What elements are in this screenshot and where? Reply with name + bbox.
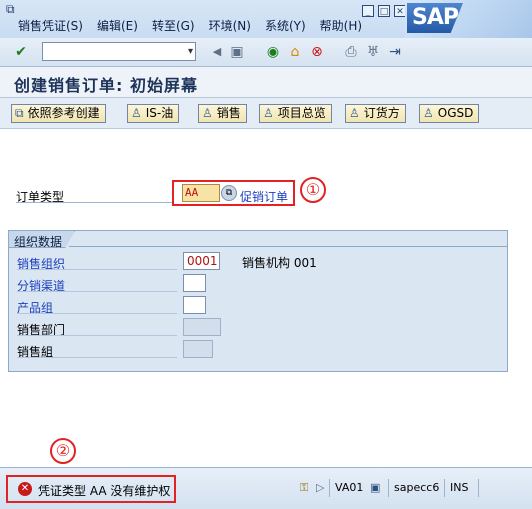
command-field[interactable]: ▾ <box>42 42 196 61</box>
enter-check-icon[interactable]: ✔ <box>12 43 30 61</box>
maximize-icon[interactable]: □ <box>378 5 390 17</box>
cancel-icon[interactable]: ⊗ <box>308 43 326 61</box>
group-title: 组织数据 <box>14 235 63 249</box>
save-icon[interactable]: ▣ <box>228 43 246 61</box>
ogsd-button[interactable]: ♙ OGSD <box>419 104 480 123</box>
sales-group-input[interactable] <box>183 340 213 358</box>
command-history-icon[interactable]: ▾ <box>188 43 193 60</box>
system-info-icon[interactable]: ▣ <box>370 480 380 496</box>
sales-group-underline <box>17 357 177 358</box>
value-help-icon[interactable]: ⧉ <box>221 185 237 201</box>
sales-office-underline <box>17 335 177 336</box>
status-message: 凭证类型 AA 没有维护权 <box>38 484 171 498</box>
menu-sales-document[interactable]: 销售凭证(S) <box>18 17 83 35</box>
division-input[interactable] <box>183 296 206 314</box>
sales-org-description: 销售机构 001 <box>242 256 317 270</box>
error-icon: ✕ <box>18 482 32 496</box>
title-bar: 创建销售订单: 初始屏幕 <box>0 67 532 98</box>
menu-bar: ⧉ 销售凭证(S) 编辑(E) 转至(G) 环境(N) 系统(Y) 帮助(H) … <box>0 0 532 39</box>
command-input[interactable] <box>43 43 177 59</box>
sales-org-input[interactable]: 0001 <box>183 252 220 270</box>
annotation-marker-2: ② <box>50 438 76 464</box>
minimize-icon[interactable]: _ <box>362 5 374 17</box>
menu-system[interactable]: 系统(Y) <box>265 17 306 35</box>
person-icon: ♙ <box>263 106 274 120</box>
menu-help[interactable]: 帮助(H) <box>320 17 362 35</box>
page-title: 创建销售订单: 初始屏幕 <box>14 76 198 95</box>
ogsd-label: OGSD <box>437 106 474 120</box>
transaction-code: VA01 <box>329 479 367 497</box>
person-icon: ♙ <box>349 106 360 120</box>
sales-office-input[interactable] <box>183 318 221 336</box>
order-type-input[interactable]: AA <box>182 184 220 202</box>
back-arrow-icon[interactable]: ◀ <box>208 43 226 61</box>
menu-edit[interactable]: 编辑(E) <box>97 17 138 35</box>
server-name: sapecc6 <box>388 479 442 497</box>
window-controls: _ □ ✕ <box>362 5 406 17</box>
status-bar: ✕ 凭证类型 AA 没有维护权 ⚿ ▷ VA01 ▣ sapecc6 INS <box>0 467 532 509</box>
print-icon[interactable]: ⎙ <box>342 43 360 61</box>
menu-environment[interactable]: 环境(N) <box>209 17 251 35</box>
organization-data-group: 组织数据 销售组织 0001 销售机构 001 分销渠道 产品组 销售部门 销售… <box>8 230 508 372</box>
order-type-description: 促销订单 <box>240 190 289 204</box>
person-icon: ♙ <box>131 106 142 120</box>
main-area: 订单类型 AA ⧉ 促销订单 ① 组织数据 销售组织 0001 销售机构 001… <box>0 129 532 467</box>
group-divider <box>69 246 507 247</box>
is-oil-button[interactable]: ♙ IS-油 <box>127 104 180 123</box>
sales-button[interactable]: ♙ 销售 <box>198 104 247 123</box>
ordering-party-label: 订货方 <box>363 106 400 120</box>
create-with-reference-label: 依照参考创建 <box>27 106 100 120</box>
distribution-channel-underline <box>17 291 177 292</box>
person-icon: ♙ <box>423 106 434 120</box>
menu-items: 销售凭证(S) 编辑(E) 转至(G) 环境(N) 系统(Y) 帮助(H) <box>18 17 362 35</box>
input-mode[interactable]: INS <box>444 479 478 497</box>
create-with-reference-button[interactable]: ⧉ 依照参考创建 <box>11 104 106 123</box>
person-icon: ♙ <box>202 106 213 120</box>
system-menu-icon[interactable]: ⧉ <box>6 2 22 16</box>
annotation-marker-1: ① <box>300 177 326 203</box>
sap-logo: SAP <box>405 0 532 38</box>
distribution-channel-input[interactable] <box>183 274 206 292</box>
status-message-box[interactable]: ✕ 凭证类型 AA 没有维护权 <box>6 475 176 503</box>
ordering-party-button[interactable]: ♙ 订货方 <box>345 104 406 123</box>
menu-goto[interactable]: 转至(G) <box>152 17 195 35</box>
order-type-underline <box>16 202 172 203</box>
copy-icon: ⧉ <box>15 106 24 120</box>
sales-org-underline <box>17 269 177 270</box>
back-icon[interactable]: ◉ <box>264 43 282 61</box>
sap-logo-text: SAP <box>407 3 463 33</box>
application-toolbar: ⧉ 依照参考创建 ♙ IS-油 ♙ 销售 ♙ 项目总览 ♙ 订货方 ♙ OGSD <box>0 98 532 129</box>
item-overview-label: 项目总览 <box>277 106 326 120</box>
find-next-icon[interactable]: ⇥ <box>386 43 404 61</box>
find-icon[interactable]: ♅ <box>364 43 382 61</box>
exit-icon[interactable]: ⌂ <box>286 43 304 61</box>
key-icon[interactable]: ⚿ <box>300 480 308 496</box>
item-overview-button[interactable]: ♙ 项目总览 <box>259 104 332 123</box>
standard-toolbar: ✔ ▾ ◀ ▣ ◉ ⌂ ⊗ ⎙ ♅ ⇥ <box>0 38 532 67</box>
expand-arrow-icon[interactable]: ▷ <box>316 480 324 496</box>
sales-label: 销售 <box>216 106 241 120</box>
division-underline <box>17 313 177 314</box>
status-empty-segment <box>478 479 524 497</box>
is-oil-label: IS-油 <box>145 106 174 120</box>
